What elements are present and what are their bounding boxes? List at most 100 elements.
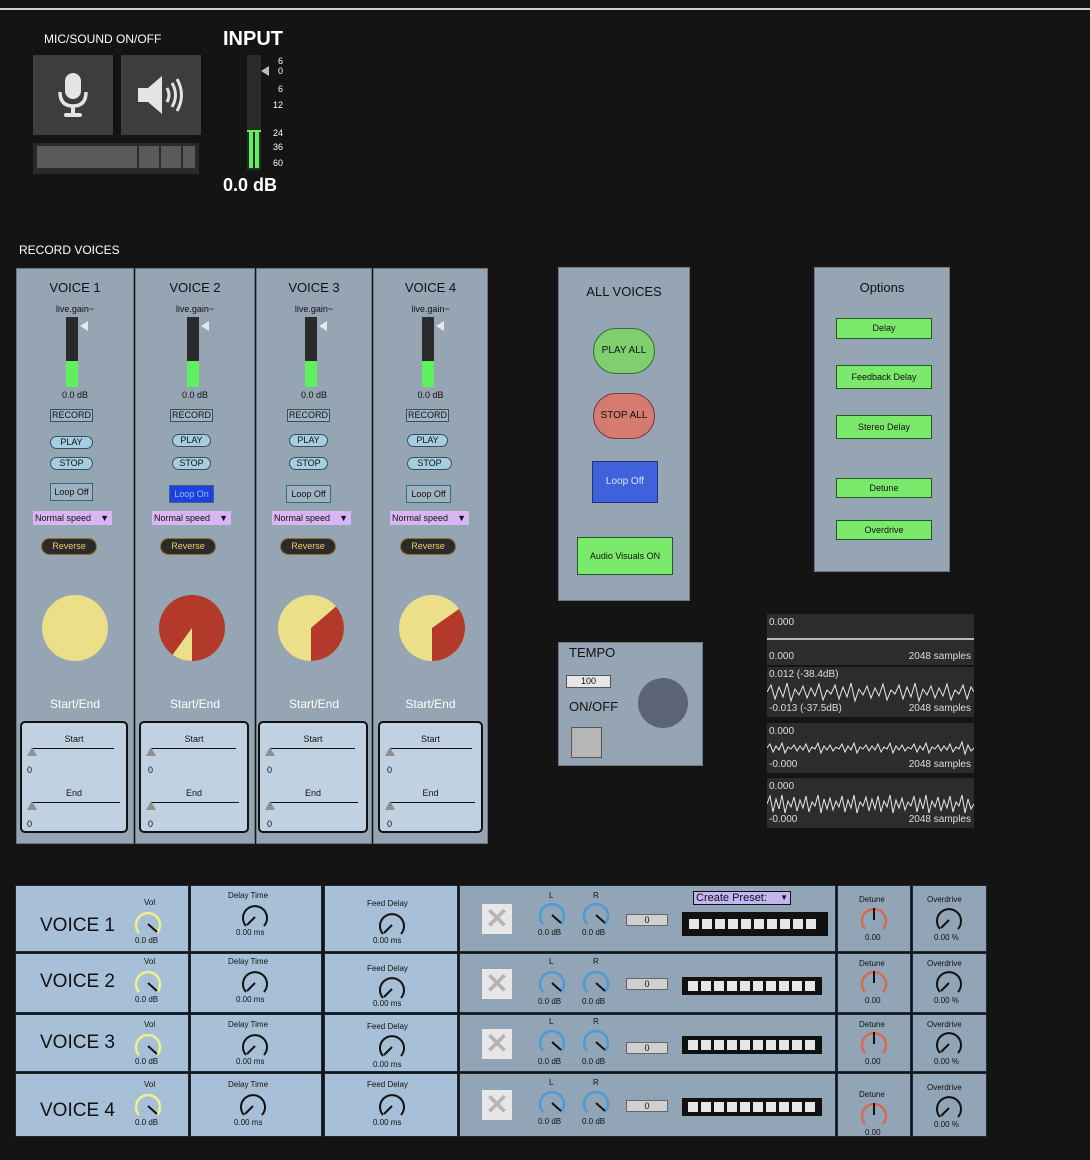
delay-number[interactable]: 0 (626, 1042, 668, 1054)
reverse-button[interactable]: Reverse (400, 538, 456, 555)
start-handle[interactable] (146, 747, 156, 756)
r-knob[interactable] (582, 901, 610, 929)
overdrive-knob[interactable] (935, 1030, 963, 1058)
stereo-delay-button[interactable]: Stereo Delay (836, 415, 932, 439)
stop-button[interactable]: STOP (289, 457, 328, 470)
record-button[interactable]: RECORD (287, 409, 330, 422)
speed-dropdown[interactable]: Normal speed ▼ (33, 511, 112, 525)
gain-slider[interactable] (66, 317, 78, 387)
start-slider[interactable] (151, 748, 236, 749)
reverse-button[interactable]: Reverse (280, 538, 336, 555)
vol-knob[interactable] (134, 910, 162, 938)
preset-slots[interactable] (682, 912, 828, 936)
detune-button[interactable]: Detune (836, 478, 932, 498)
feed-delay-knob[interactable] (378, 1033, 406, 1061)
loop-all-button[interactable]: Loop Off (592, 461, 658, 503)
record-button[interactable]: RECORD (406, 409, 449, 422)
start-handle[interactable] (385, 747, 395, 756)
stop-button[interactable]: STOP (407, 457, 452, 470)
play-button[interactable]: PLAY (172, 434, 211, 447)
play-all-button[interactable]: PLAY ALL (593, 328, 655, 374)
end-handle[interactable] (265, 801, 275, 810)
delay-time-knob[interactable] (239, 1092, 267, 1120)
close-icon[interactable]: ✕ (482, 1090, 512, 1120)
stop-button[interactable]: STOP (50, 457, 93, 470)
input-meter[interactable] (247, 55, 261, 170)
stop-all-button[interactable]: STOP ALL (593, 393, 655, 439)
r-knob[interactable] (582, 1028, 610, 1056)
delay-button[interactable]: Delay (836, 318, 932, 339)
reverse-button[interactable]: Reverse (160, 538, 216, 555)
speaker-button[interactable] (121, 55, 201, 135)
overdrive-knob[interactable] (935, 906, 963, 934)
preset-slots[interactable] (682, 1098, 822, 1116)
overdrive-button[interactable]: Overdrive (836, 520, 932, 540)
record-button[interactable]: RECORD (170, 409, 213, 422)
l-knob[interactable] (538, 901, 566, 929)
play-button[interactable]: PLAY (50, 436, 93, 449)
delay-number[interactable]: 0 (626, 1100, 668, 1112)
close-icon[interactable]: ✕ (482, 1029, 512, 1059)
gain-slider[interactable] (305, 317, 317, 387)
stop-button[interactable]: STOP (172, 457, 211, 470)
start-handle[interactable] (265, 747, 275, 756)
delay-time-knob[interactable] (241, 1032, 269, 1060)
play-button[interactable]: PLAY (407, 434, 448, 447)
play-button[interactable]: PLAY (289, 434, 328, 447)
delay-number[interactable]: 0 (626, 978, 668, 990)
speed-dropdown[interactable]: Normal speed ▼ (272, 511, 351, 525)
delay-time-knob[interactable] (241, 903, 269, 931)
r-knob[interactable] (582, 1089, 610, 1117)
tempo-input[interactable]: 100 (566, 675, 611, 688)
end-handle[interactable] (27, 801, 37, 810)
preset-slots[interactable] (682, 977, 822, 995)
feed-delay-knob[interactable] (378, 911, 406, 939)
close-icon[interactable]: ✕ (482, 904, 512, 934)
start-slider[interactable] (270, 748, 355, 749)
vol-knob[interactable] (134, 1032, 162, 1060)
close-icon[interactable]: ✕ (482, 969, 512, 999)
delay-time-knob[interactable] (241, 969, 269, 997)
loop-toggle[interactable]: Loop Off (406, 485, 451, 503)
l-knob[interactable] (538, 1089, 566, 1117)
detune-knob[interactable] (860, 1030, 888, 1058)
vol-knob[interactable] (134, 969, 162, 997)
end-slider[interactable] (151, 802, 239, 803)
feed-delay-knob[interactable] (378, 1092, 406, 1120)
start-handle[interactable] (27, 747, 37, 756)
mic-button[interactable] (33, 55, 113, 135)
l-knob[interactable] (538, 1028, 566, 1056)
input-level-pointer[interactable] (261, 66, 269, 76)
overdrive-knob[interactable] (935, 1094, 963, 1122)
end-handle[interactable] (385, 801, 395, 810)
gain-slider[interactable] (422, 317, 434, 387)
end-handle[interactable] (146, 801, 156, 810)
tempo-toggle[interactable] (571, 727, 602, 758)
l-knob[interactable] (538, 969, 566, 997)
gain-pointer[interactable] (80, 321, 88, 331)
gain-pointer[interactable] (319, 321, 327, 331)
preset-slots[interactable] (682, 1036, 822, 1054)
start-slider[interactable] (32, 748, 114, 749)
vol-knob[interactable] (134, 1092, 162, 1120)
gain-slider[interactable] (187, 317, 199, 387)
end-slider[interactable] (390, 802, 475, 803)
preset-dropdown[interactable]: Create Preset: ▼ (693, 891, 791, 905)
delay-number[interactable]: 0 (626, 914, 668, 926)
gain-pointer[interactable] (201, 321, 209, 331)
start-slider[interactable] (390, 748, 472, 749)
detune-knob[interactable] (860, 906, 888, 934)
loop-toggle[interactable]: Loop On (169, 485, 214, 503)
detune-knob[interactable] (860, 969, 888, 997)
feedback-delay-button[interactable]: Feedback Delay (836, 365, 932, 389)
speed-dropdown[interactable]: Normal speed ▼ (152, 511, 231, 525)
overdrive-knob[interactable] (935, 969, 963, 997)
end-slider[interactable] (32, 802, 120, 803)
end-slider[interactable] (270, 802, 358, 803)
loop-toggle[interactable]: Loop Off (50, 483, 93, 501)
reverse-button[interactable]: Reverse (41, 538, 97, 555)
record-button[interactable]: RECORD (50, 409, 93, 422)
gain-pointer[interactable] (436, 321, 444, 331)
speed-dropdown[interactable]: Normal speed ▼ (390, 511, 469, 525)
loop-toggle[interactable]: Loop Off (286, 485, 331, 503)
